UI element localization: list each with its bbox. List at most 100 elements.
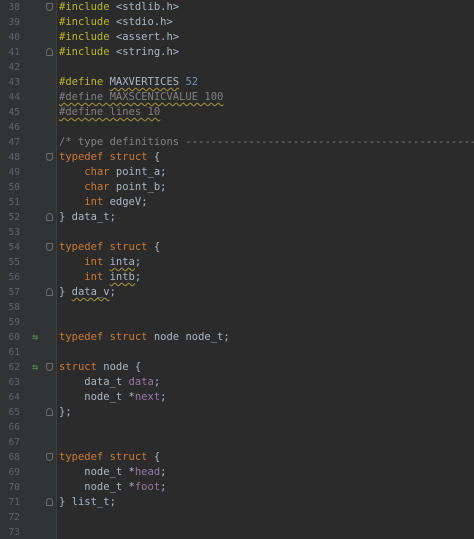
line-number: 71	[8, 497, 20, 508]
fold-start-icon[interactable]	[46, 243, 53, 251]
code-line[interactable]: 56 int intb;	[0, 270, 474, 285]
code-token: {	[147, 151, 161, 163]
code-editor[interactable]: 38 #include <stdlib.h> 39 #include <stdio.h…	[0, 0, 474, 539]
code-text: int inta;	[59, 255, 141, 270]
code-token: data_t	[59, 376, 129, 388]
code-text: node_t *foot;	[59, 480, 166, 495]
code-line[interactable]: 44 #define MAXSCENICVALUE 100	[0, 90, 474, 105]
code-token: data	[128, 376, 154, 388]
line-number: 56	[8, 272, 20, 283]
code-text: } data_t;	[59, 210, 116, 225]
code-line[interactable]: 49 char point_a;	[0, 165, 474, 180]
code-line[interactable]: 62 ⇆ struct node {	[0, 360, 474, 375]
code-line[interactable]: 50 char point_b;	[0, 180, 474, 195]
code-line[interactable]: 42	[0, 60, 474, 75]
fold-end-icon[interactable]	[46, 498, 53, 506]
code-line[interactable]: 47 /* type definitions ------------------…	[0, 135, 474, 150]
fold-end-icon[interactable]	[46, 288, 53, 296]
code-line[interactable]: 61	[0, 345, 474, 360]
code-line[interactable]: 65};	[0, 405, 474, 420]
code-line[interactable]: 51 int edgeV;	[0, 195, 474, 210]
code-token: ;	[160, 391, 167, 403]
code-line[interactable]: 68 typedef struct {	[0, 450, 474, 465]
code-token: struct	[59, 361, 97, 373]
fold-start-icon[interactable]	[46, 153, 53, 161]
line-number: 72	[8, 512, 20, 523]
code-text: } data_v;	[59, 285, 116, 300]
code-line[interactable]: 55 int inta;	[0, 255, 474, 270]
line-number: 61	[8, 347, 20, 358]
code-text: typedef struct node node_t;	[59, 330, 230, 345]
code-token: typedef struct	[59, 451, 148, 463]
code-line[interactable]: 67	[0, 435, 474, 450]
fold-start-icon[interactable]	[46, 453, 53, 461]
fold-end-icon[interactable]	[46, 48, 53, 56]
code-text: #define MAXSCENICVALUE 100	[59, 90, 223, 105]
fold-end-icon[interactable]	[46, 213, 53, 221]
code-line[interactable]: 63 data_t data;	[0, 375, 474, 390]
code-line[interactable]: 60 ⇆ typedef struct node node_t;	[0, 330, 474, 345]
code-line[interactable]: 39 #include <stdio.h>	[0, 15, 474, 30]
code-line[interactable]: 69 node_t *head;	[0, 465, 474, 480]
fold-start-icon[interactable]	[46, 363, 53, 371]
code-line[interactable]: 53	[0, 225, 474, 240]
code-token: <stdlib.h>	[109, 1, 180, 13]
code-text: typedef struct {	[59, 450, 160, 465]
code-line[interactable]: 46	[0, 120, 474, 135]
line-number: 66	[8, 422, 20, 433]
code-token: point_b;	[109, 181, 167, 193]
code-token: ;	[134, 256, 142, 268]
code-line[interactable]: 58	[0, 300, 474, 315]
code-token: ;	[109, 286, 116, 298]
line-number: 63	[8, 377, 20, 388]
code-line[interactable]: 64 node_t *next;	[0, 390, 474, 405]
code-token: node node_t;	[147, 331, 230, 343]
line-number: 52	[8, 212, 20, 223]
code-line[interactable]: 43 #define MAXVERTICES 52	[0, 75, 474, 90]
code-text: #include <stdio.h>	[59, 15, 173, 30]
code-line[interactable]: 72	[0, 510, 474, 525]
code-text: };	[59, 405, 72, 420]
code-line[interactable]: 41 #include <string.h>	[0, 45, 474, 60]
code-line[interactable]: 48 typedef struct {	[0, 150, 474, 165]
code-line[interactable]: 38 #include <stdlib.h>	[0, 0, 474, 15]
line-number: 38	[8, 2, 20, 13]
line-number: 68	[8, 452, 20, 463]
code-text: node_t *head;	[59, 465, 166, 480]
code-line[interactable]: 40 #include <assert.h>	[0, 30, 474, 45]
code-token: {	[147, 451, 161, 463]
code-line[interactable]: 71 } list_t;	[0, 495, 474, 510]
code-token: ;	[134, 271, 142, 283]
code-line[interactable]: 70 node_t *foot;	[0, 480, 474, 495]
code-line[interactable]: 54 typedef struct {	[0, 240, 474, 255]
code-line[interactable]: 73	[0, 525, 474, 539]
code-token: #include	[59, 1, 110, 13]
fold-start-icon[interactable]	[46, 3, 53, 11]
line-number: 67	[8, 437, 20, 448]
fold-end-icon[interactable]	[46, 408, 53, 416]
code-text: node_t *next;	[59, 390, 166, 405]
code-token: char	[84, 181, 110, 193]
code-token: } list_t;	[59, 496, 116, 508]
code-line[interactable]: 57} data_v;	[0, 285, 474, 300]
code-text: data_t data;	[59, 375, 160, 390]
code-text: struct node {	[59, 360, 141, 375]
code-text: typedef struct {	[59, 150, 160, 165]
code-token: edgeV;	[103, 196, 148, 208]
line-number: 47	[8, 137, 20, 148]
code-line[interactable]: 45 #define lines 10	[0, 105, 474, 120]
line-number: 58	[8, 302, 20, 313]
code-line[interactable]: 66	[0, 420, 474, 435]
code-token: next	[134, 391, 161, 403]
code-line[interactable]: 52 } data_t;	[0, 210, 474, 225]
code-token: ;	[153, 376, 161, 388]
code-token: <stdio.h>	[109, 16, 173, 28]
line-number: 45	[8, 107, 20, 118]
override-marker-icon[interactable]: ⇆	[28, 360, 42, 375]
override-marker-icon[interactable]: ⇆	[28, 330, 42, 345]
code-text: #include <string.h>	[59, 45, 179, 60]
code-line[interactable]: 59	[0, 315, 474, 330]
